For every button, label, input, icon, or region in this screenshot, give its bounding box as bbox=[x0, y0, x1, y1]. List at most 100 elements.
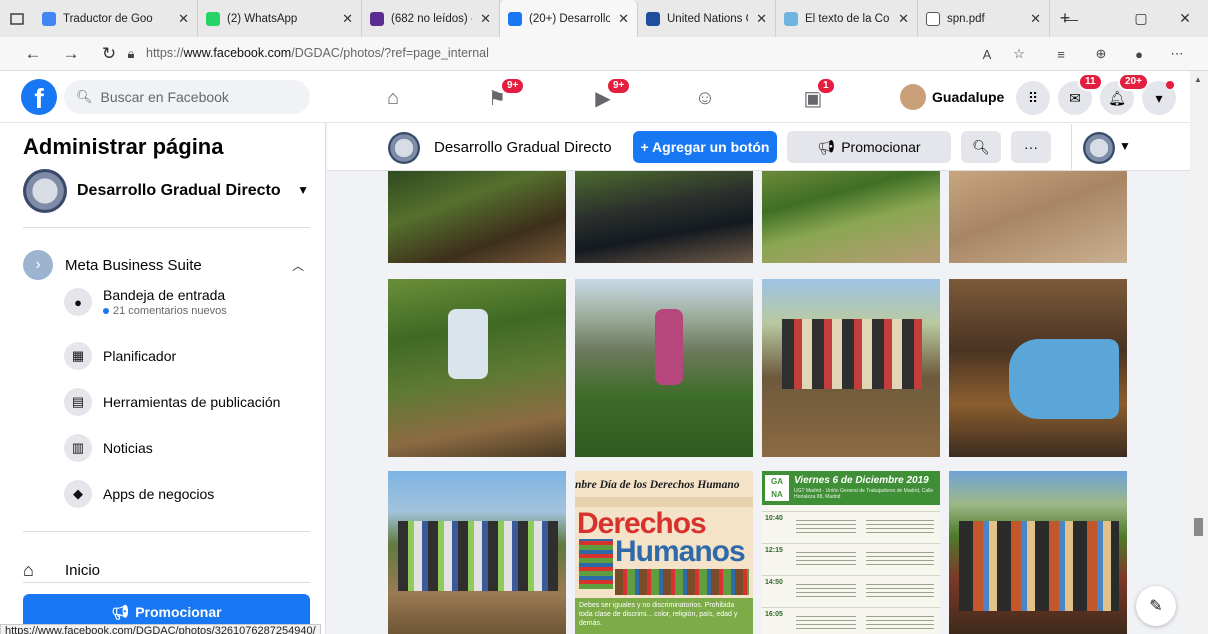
page-header: Desarrollo Gradual Directo + Agregar un … bbox=[327, 123, 1190, 171]
status-bar-url: https://www.facebook.com/DGDAC/photos/32… bbox=[0, 624, 321, 634]
schedule-text bbox=[866, 613, 934, 629]
url-field[interactable]: https://www.facebook.com/DGDAC/photos/?r… bbox=[146, 46, 489, 60]
meta-business-suite-item[interactable]: › Meta Business Suite ︿ bbox=[23, 249, 310, 281]
more-icon[interactable]: ⋯ bbox=[1166, 45, 1188, 63]
close-tab-icon[interactable]: ✕ bbox=[1030, 11, 1041, 27]
scroll-up-icon[interactable]: ▲ bbox=[1194, 75, 1202, 84]
groups-icon[interactable]: ☺ bbox=[690, 85, 720, 111]
sidebar-item[interactable]: ▦ Planificador bbox=[64, 339, 176, 373]
poster-word-cloud bbox=[579, 539, 613, 589]
pages-badge: 9+ bbox=[500, 77, 526, 95]
photo-thumbnail[interactable] bbox=[949, 471, 1127, 634]
restore-button[interactable]: ▢ bbox=[1118, 0, 1164, 37]
profile-icon[interactable]: ● bbox=[1128, 45, 1150, 63]
more-options-button[interactable]: ··· bbox=[1011, 131, 1051, 163]
tab-favicon-icon bbox=[370, 11, 384, 26]
facebook-logo-icon[interactable]: f bbox=[21, 79, 57, 115]
poster-heading: nbre Día de los Derechos Humano bbox=[575, 479, 740, 491]
scrollbar-thumb[interactable] bbox=[1194, 518, 1203, 536]
browser-tab[interactable]: Traductor de Goo ✕ bbox=[34, 0, 198, 37]
sidebar-item[interactable]: ◆ Apps de negocios bbox=[64, 477, 214, 511]
photo-thumbnail[interactable] bbox=[388, 279, 566, 457]
close-tab-icon[interactable]: ✕ bbox=[756, 11, 767, 27]
collections-icon[interactable]: ≡ bbox=[1050, 45, 1072, 63]
event-schedule-poster[interactable]: GA NA Viernes 6 de Diciembre 2019 UGT Mad… bbox=[762, 471, 940, 634]
photo-figure bbox=[655, 309, 683, 385]
schedule-text bbox=[796, 517, 856, 533]
close-tab-icon[interactable]: ✕ bbox=[618, 11, 629, 27]
schedule-row: 12:15 bbox=[762, 543, 940, 573]
page-avatar-menu[interactable] bbox=[1083, 132, 1115, 164]
back-button[interactable]: ← bbox=[20, 42, 46, 66]
sidebar-item[interactable]: ● Bandeja de entrada 21 comentarios nuevos bbox=[64, 285, 227, 319]
page-scrollbar[interactable]: ▲ bbox=[1190, 71, 1208, 634]
page-title: Administrar página bbox=[23, 134, 224, 159]
caret-down-icon[interactable]: ▼ bbox=[1119, 139, 1131, 153]
page-name[interactable]: Desarrollo Gradual Directo bbox=[434, 139, 612, 156]
tab-favicon-icon bbox=[646, 11, 660, 26]
poster-venue: UGT Madrid - Unión General de Trabajador… bbox=[794, 488, 934, 500]
poster-word-cloud bbox=[615, 569, 749, 595]
favorite-icon[interactable]: ☆ bbox=[1008, 45, 1030, 63]
photo-thumbnail[interactable] bbox=[949, 279, 1127, 457]
page-switcher[interactable]: Desarrollo Gradual Directo ▼ bbox=[23, 169, 313, 213]
home-icon[interactable]: ⌂ bbox=[378, 85, 408, 111]
photo-figure bbox=[1009, 339, 1119, 419]
photo-thumbnail[interactable] bbox=[575, 171, 753, 263]
close-tab-icon[interactable]: ✕ bbox=[178, 11, 189, 27]
page-avatar bbox=[23, 169, 67, 213]
sidebar-item-label: Noticias bbox=[103, 440, 153, 456]
browser-tab[interactable]: (682 no leídos) - ✕ bbox=[362, 0, 500, 37]
browser-tab[interactable]: United Nations C ✕ bbox=[638, 0, 776, 37]
photo-thumbnail[interactable] bbox=[762, 171, 940, 263]
photo-thumbnail[interactable] bbox=[388, 171, 566, 263]
calendar-icon: ▦ bbox=[64, 342, 92, 370]
forward-button[interactable]: → bbox=[58, 42, 84, 66]
user-profile-button[interactable]: Guadalupe bbox=[900, 81, 1004, 113]
photo-thumbnail[interactable] bbox=[388, 471, 566, 634]
close-tab-icon[interactable]: ✕ bbox=[342, 11, 353, 27]
schedule-time: 14:50 bbox=[765, 579, 783, 586]
extensions-icon[interactable]: ⊕ bbox=[1090, 45, 1112, 63]
poster-caption: Debes ser iguales y no discriminatorios.… bbox=[575, 598, 753, 634]
browser-tab[interactable]: (20+) Desarrollo ✕ bbox=[500, 0, 638, 37]
close-window-button[interactable]: ✕ bbox=[1162, 0, 1208, 37]
gaming-badge: 1 bbox=[816, 77, 836, 95]
sidebar-item[interactable]: ▥ Noticias bbox=[64, 431, 153, 465]
close-tab-icon[interactable]: ✕ bbox=[480, 11, 491, 27]
tab-favicon-icon bbox=[206, 11, 220, 26]
search-input[interactable]: 🔍︎ Buscar en Facebook bbox=[64, 80, 310, 114]
schedule-text bbox=[796, 613, 856, 629]
add-button-button[interactable]: + Agregar un botón bbox=[633, 131, 777, 163]
schedule-time: 12:15 bbox=[765, 547, 783, 554]
tab-actions-icon[interactable] bbox=[0, 0, 34, 37]
business-apps-icon: ◆ bbox=[64, 480, 92, 508]
reload-button[interactable]: ↻ bbox=[96, 42, 122, 66]
browser-tab[interactable]: spn.pdf ✕ bbox=[918, 0, 1050, 37]
sidebar-item-inicio[interactable]: ⌂ Inicio bbox=[23, 555, 100, 585]
new-message-button[interactable]: ✎ bbox=[1136, 586, 1176, 626]
photo-thumbnail[interactable] bbox=[949, 171, 1127, 263]
close-tab-icon[interactable]: ✕ bbox=[898, 11, 909, 27]
caret-down-icon: ▼ bbox=[297, 183, 309, 197]
chevron-up-icon[interactable]: ︿ bbox=[292, 257, 304, 274]
browser-tab[interactable]: El texto de la Cor ✕ bbox=[776, 0, 918, 37]
messenger-badge: 11 bbox=[1078, 73, 1103, 91]
lock-icon[interactable]: 🔒︎ bbox=[120, 45, 142, 63]
derechos-humanos-poster[interactable]: nbre Día de los Derechos Humano Derechos… bbox=[575, 471, 753, 634]
photo-thumbnail[interactable] bbox=[762, 279, 940, 457]
search-button[interactable]: 🔍︎ bbox=[961, 131, 1001, 163]
page-avatar[interactable] bbox=[388, 132, 420, 164]
schedule-text bbox=[796, 549, 856, 565]
photo-thumbnail[interactable] bbox=[575, 279, 753, 457]
menu-grid-icon[interactable]: ⠿ bbox=[1016, 81, 1050, 115]
notification-dot bbox=[1166, 81, 1174, 89]
sidebar-item[interactable]: ▤ Herramientas de publicación bbox=[64, 385, 280, 419]
megaphone-icon: 📢︎ bbox=[111, 603, 130, 620]
tab-title: spn.pdf bbox=[947, 12, 985, 25]
photo-figure bbox=[959, 521, 1119, 611]
read-aloud-icon[interactable]: A bbox=[976, 45, 998, 63]
minimize-button[interactable]: — bbox=[1048, 0, 1094, 37]
browser-tab[interactable]: (2) WhatsApp ✕ bbox=[198, 0, 362, 37]
promote-button[interactable]: 📢︎ Promocionar bbox=[787, 131, 951, 163]
